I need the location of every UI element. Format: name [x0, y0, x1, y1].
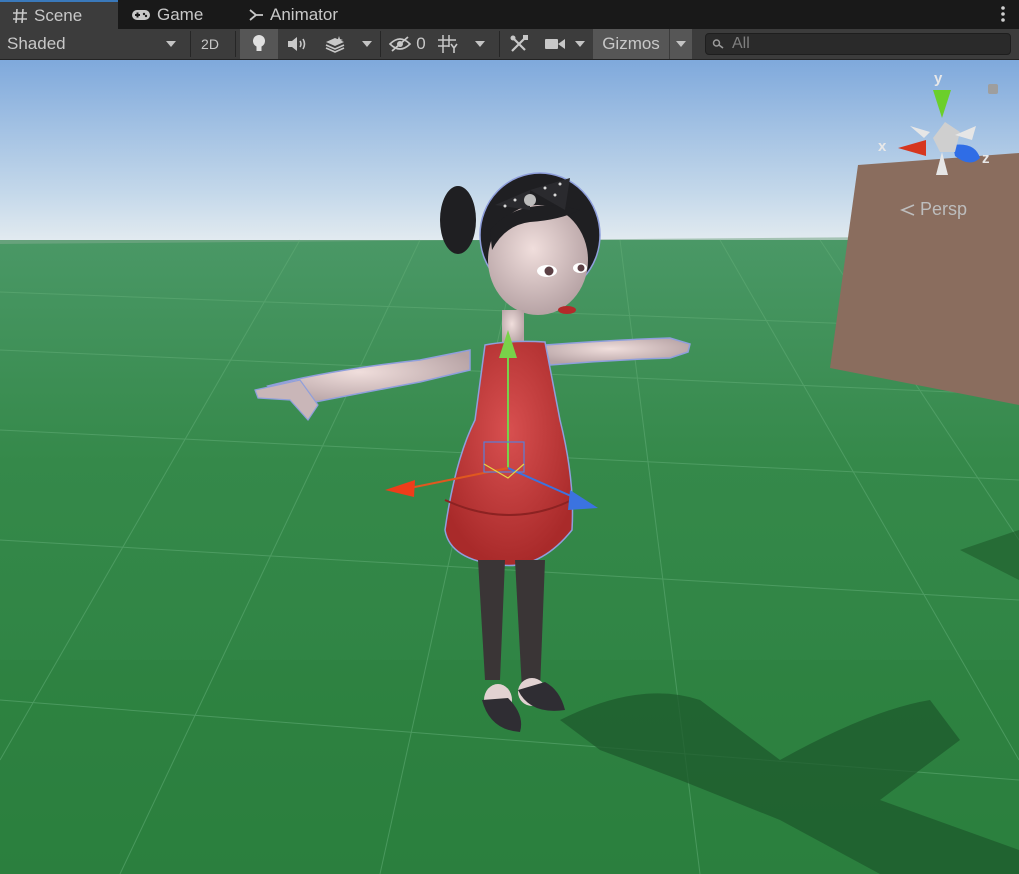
hidden-object-count: 0	[416, 34, 426, 53]
scene-visibility-button[interactable]: 0	[384, 29, 430, 59]
camera-icon	[545, 39, 565, 49]
tab-scene-label: Scene	[34, 5, 83, 25]
effects-dropdown[interactable]	[356, 29, 378, 59]
lighting-toggle-button[interactable]	[240, 29, 278, 59]
effects-icon	[325, 36, 345, 53]
projection-label: Persp	[920, 199, 968, 219]
gizmos-dropdown[interactable]	[670, 29, 692, 59]
axis-x-label: x	[878, 138, 887, 155]
divider	[190, 31, 191, 57]
tab-game-label: Game	[157, 4, 204, 24]
lightbulb-icon	[253, 35, 265, 51]
axis-y-label: y	[934, 70, 943, 87]
tab-game[interactable]: Game	[131, 0, 203, 29]
search-icon	[712, 39, 724, 49]
chevron-down-icon	[575, 41, 585, 47]
chevron-down-icon	[475, 41, 485, 47]
projection-toggle[interactable]: Persp	[900, 199, 967, 220]
tools-icon	[510, 35, 528, 52]
shading-mode-dropdown[interactable]: Shaded	[0, 29, 186, 59]
lock-icon[interactable]	[988, 84, 998, 94]
tools-toggle-button[interactable]	[503, 29, 535, 59]
grid-toggle-button[interactable]	[434, 29, 464, 59]
visibility-icon	[389, 36, 412, 52]
shading-mode-label: Shaded	[7, 34, 66, 53]
animator-icon	[249, 8, 263, 21]
audio-toggle-button[interactable]	[280, 29, 314, 59]
gamepad-icon	[132, 9, 150, 20]
2d-toggle-button[interactable]: 2D	[193, 29, 227, 59]
audio-icon	[288, 37, 306, 51]
perspective-icon	[900, 203, 915, 216]
2d-toggle-label: 2D	[201, 36, 219, 52]
divider	[380, 31, 381, 57]
axis-z-label: z	[982, 150, 990, 167]
grid-icon	[438, 35, 458, 53]
tab-animator[interactable]: Animator	[248, 0, 338, 29]
divider	[235, 31, 236, 57]
gizmos-toggle-button[interactable]: Gizmos	[593, 29, 669, 59]
tab-scene[interactable]: Scene	[0, 0, 118, 29]
tab-animator-label: Animator	[270, 4, 339, 24]
grid-dropdown[interactable]	[468, 29, 492, 59]
scene-render	[0, 60, 1019, 874]
camera-dropdown[interactable]	[570, 29, 590, 59]
gizmos-label: Gizmos	[602, 34, 660, 53]
chevron-down-icon	[166, 41, 176, 47]
kebab-menu-icon[interactable]	[999, 4, 1007, 24]
chevron-down-icon	[676, 41, 686, 47]
effects-toggle-button[interactable]	[318, 29, 352, 59]
scene-viewport[interactable]: y x z Persp	[0, 60, 1019, 874]
divider	[499, 31, 500, 57]
grid-hash-icon	[13, 8, 27, 23]
search-placeholder: All	[732, 35, 750, 52]
camera-settings-button[interactable]	[540, 29, 570, 59]
search-input[interactable]: All	[705, 33, 1011, 55]
chevron-down-icon	[362, 41, 372, 47]
tab-bar: Scene Game Animator	[0, 0, 1019, 29]
